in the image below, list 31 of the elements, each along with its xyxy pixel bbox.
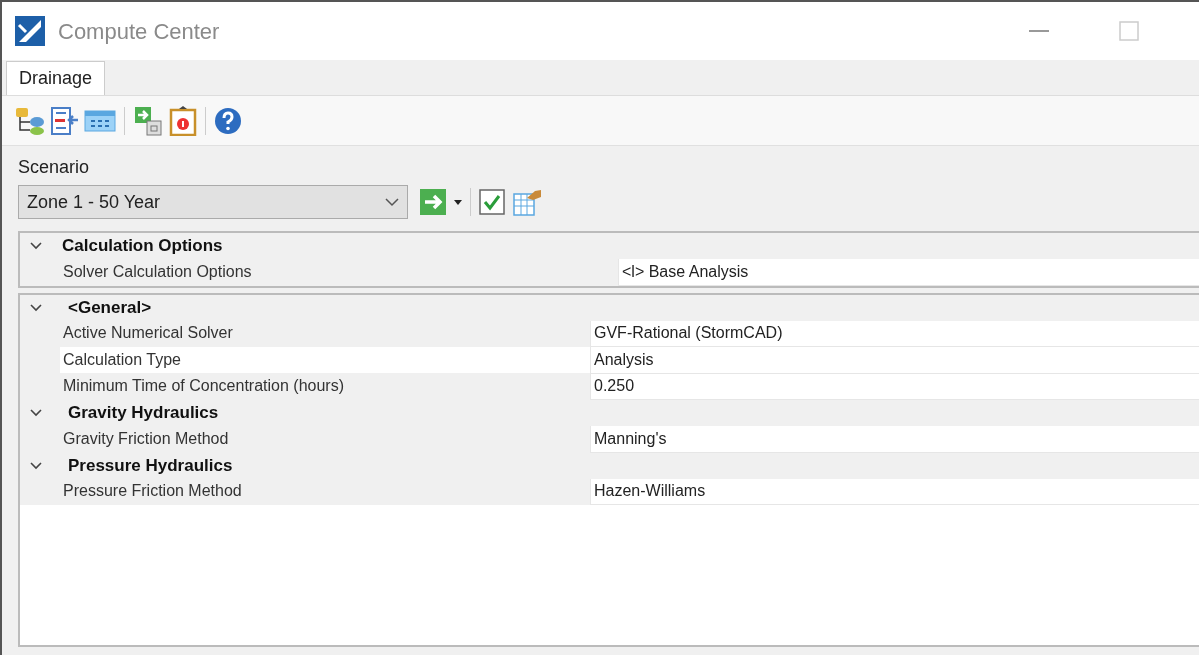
section-title: Gravity Hydraulics [68, 402, 219, 425]
checkbox-icon[interactable] [479, 189, 505, 215]
help-icon[interactable] [214, 106, 242, 135]
chevron-down-icon[interactable] [30, 459, 42, 472]
property-label: Calculation Type [60, 347, 590, 374]
property-value[interactable]: 0.250 [590, 373, 1199, 400]
app-logo-icon [14, 15, 46, 47]
section-title: Calculation Options [62, 235, 223, 258]
section-title: <General> [68, 296, 152, 319]
scenario-dropdown[interactable]: Zone 1 - 50 Year [18, 185, 408, 219]
window-title: Compute Center [58, 17, 220, 46]
chevron-down-icon[interactable] [30, 407, 42, 419]
chevron-down-icon[interactable] [30, 240, 42, 252]
property-value[interactable]: <l> Base Analysis [618, 259, 1199, 286]
property-value[interactable]: Manning's [590, 426, 1199, 453]
section-title: Pressure Hydraulics [68, 454, 233, 477]
chevron-down-icon[interactable] [30, 301, 42, 314]
clipboard-icon[interactable] [169, 105, 197, 136]
property-value[interactable]: Analysis [590, 347, 1199, 374]
tab[interactable]: Drainage [6, 61, 106, 95]
property-value[interactable]: GVF-Rational (StormCAD) [590, 320, 1199, 347]
minimize-icon[interactable] [1029, 29, 1049, 33]
caret-icon[interactable] [454, 199, 462, 205]
scenario-label: Scenario [18, 156, 91, 179]
table-pin-icon[interactable] [513, 188, 543, 216]
import-list-icon[interactable] [50, 105, 80, 136]
export-icon[interactable] [133, 104, 165, 137]
tree-icon[interactable] [14, 105, 46, 136]
chevron-down-icon [385, 197, 399, 207]
property-value[interactable]: Hazen-Williams [590, 478, 1199, 505]
table-icon[interactable] [84, 108, 116, 133]
